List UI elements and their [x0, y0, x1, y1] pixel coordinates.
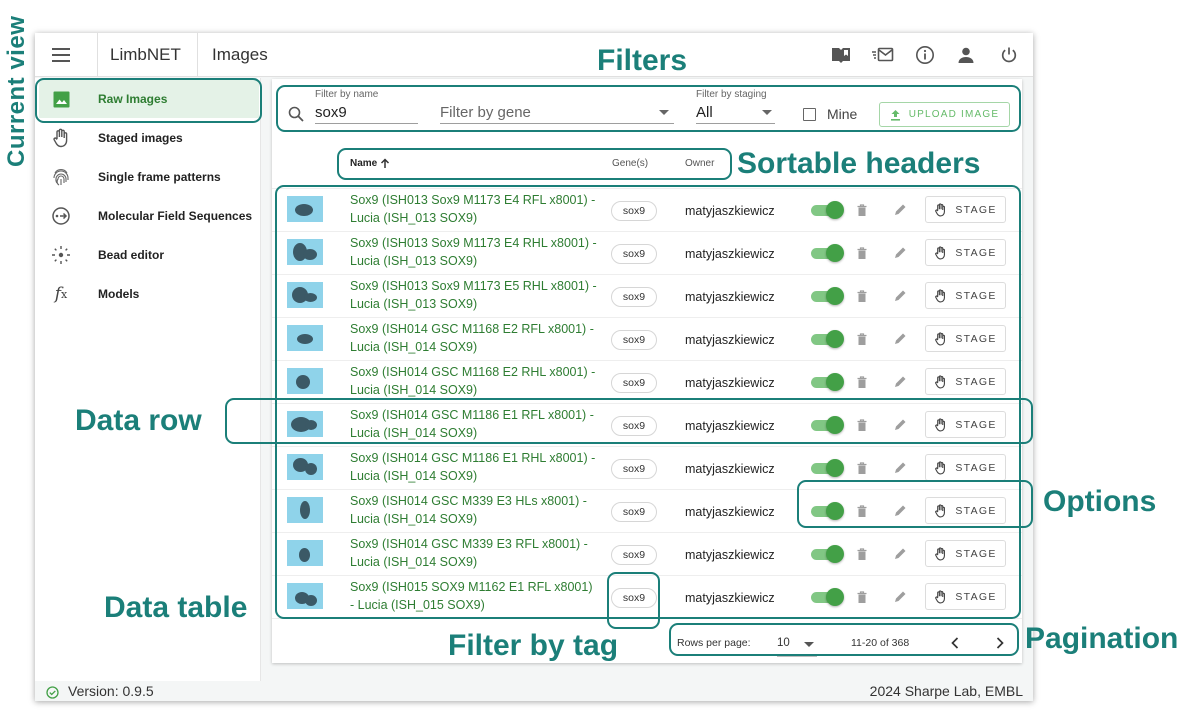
book-icon[interactable] [828, 42, 854, 68]
sidebar-item-molecular-field-sequences[interactable]: Molecular Field Sequences [39, 197, 259, 235]
annotation-data-row: Data row [75, 404, 202, 437]
page-title: Images [212, 45, 268, 64]
annotation-sortable-headers: Sortable headers [737, 147, 981, 180]
sidebar-item-single-frame-patterns[interactable]: Single frame patterns [39, 158, 259, 196]
sidebar-item-staged-images[interactable]: Staged images [39, 119, 259, 157]
top-bar: LimbNET Images [35, 33, 1033, 77]
annotation-data-table: Data table [104, 591, 248, 624]
power-icon[interactable] [996, 42, 1022, 68]
figure: LimbNET Images Raw Images Staged images … [0, 0, 1191, 722]
inbox-icon[interactable] [870, 42, 896, 68]
sidebar-item-label: Bead editor [98, 248, 165, 262]
sidebar-item-bead-editor[interactable]: Bead editor [39, 236, 259, 274]
hand-icon [51, 128, 71, 148]
annotation-box-sortable-headers [337, 148, 732, 180]
fingerprint-icon [51, 167, 71, 187]
app-brand[interactable]: LimbNET [110, 45, 181, 65]
info-icon[interactable] [912, 42, 938, 68]
version-text: Version: 0.9.5 [68, 683, 154, 699]
menu-icon[interactable] [49, 44, 73, 66]
sidebar-item-label: Single frame patterns [98, 170, 221, 184]
annotation-current-view: Current view [3, 15, 30, 167]
annotation-pagination: Pagination [1025, 622, 1179, 655]
divider [197, 33, 198, 77]
sidebar-item-label: Molecular Field Sequences [98, 209, 253, 223]
status-footer: Version: 0.9.5 2024 Sharpe Lab, EMBL [35, 681, 1033, 701]
annotation-box-options [797, 480, 1033, 528]
divider [97, 33, 98, 77]
annotation-box-pagination [669, 623, 1019, 656]
annotation-filters: Filters [597, 44, 688, 77]
annotation-box-filter-by-tag [607, 572, 660, 629]
sequence-icon [51, 206, 71, 226]
annotation-box-current-view [35, 78, 262, 123]
annotation-options: Options [1043, 485, 1157, 518]
check-circle-icon [46, 686, 59, 699]
function-icon: fx [54, 284, 68, 304]
sidebar-item-label: Models [98, 287, 140, 301]
footer-credit: 2024 Sharpe Lab, EMBL [869, 683, 1023, 699]
annotation-box-filters [276, 85, 1021, 132]
account-icon[interactable] [953, 42, 979, 68]
annotation-filter-by-tag: Filter by tag [448, 629, 619, 662]
rows-select-underline [777, 656, 817, 657]
sidebar-item-label: Staged images [98, 131, 183, 145]
annotation-box-data-row [225, 398, 1033, 444]
bead-icon [51, 245, 71, 265]
sidebar-item-models[interactable]: fx Models [39, 275, 259, 313]
